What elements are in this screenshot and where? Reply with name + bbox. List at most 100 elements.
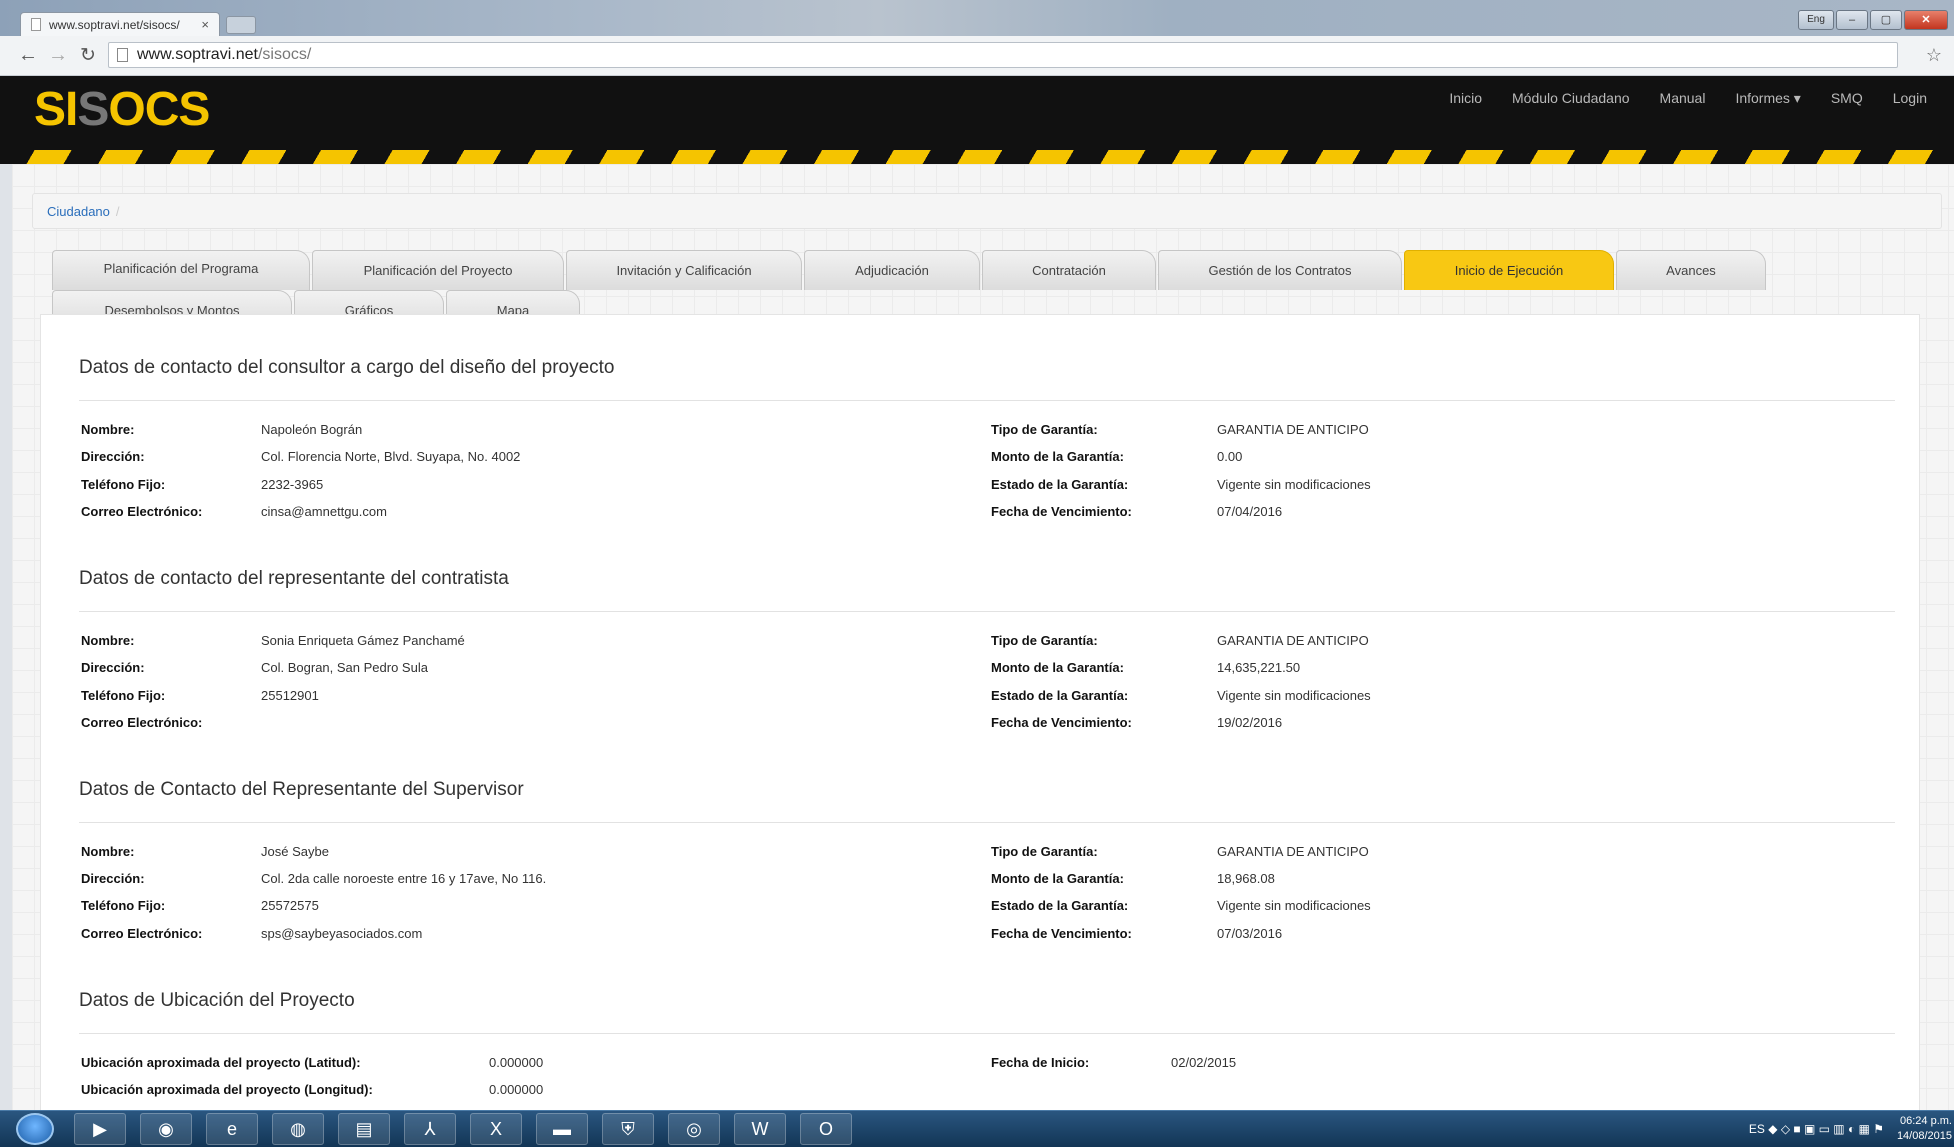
value-fecha-vencimiento: 07/03/2016 bbox=[1217, 926, 1283, 941]
value-fecha-vencimiento: 07/04/2016 bbox=[1217, 504, 1283, 519]
tab-gestion-contratos[interactable]: Gestión de los Contratos bbox=[1158, 250, 1402, 290]
label-fecha-vencimiento: Fecha de Vencimiento: bbox=[991, 504, 1132, 519]
label-telefono: Teléfono Fijo: bbox=[81, 688, 166, 703]
nav-manual[interactable]: Manual bbox=[1645, 90, 1721, 107]
close-window-button[interactable]: ✕ bbox=[1904, 10, 1948, 30]
page-icon bbox=[31, 18, 41, 31]
label-estado-garantia: Estado de la Garantía: bbox=[991, 688, 1129, 703]
value-direccion: Col. 2da calle noroeste entre 16 y 17ave… bbox=[261, 871, 547, 886]
command-prompt-icon[interactable]: ▬ bbox=[536, 1113, 588, 1145]
label-tipo-garantia: Tipo de Garantía: bbox=[991, 844, 1098, 859]
breadcrumb: Ciudadano / bbox=[32, 193, 1942, 229]
address-bar[interactable]: www.soptravi.net/sisocs/ bbox=[108, 42, 1898, 68]
system-tray[interactable]: ES ◆ ◇ ■ ▣ ▭ ▥ ◐ ▦ ⚑ bbox=[1749, 1122, 1884, 1136]
browser-toolbar: ← → ↻ www.soptravi.net/sisocs/ ☆ bbox=[0, 36, 1954, 76]
nav-informes[interactable]: Informes ▾ bbox=[1720, 90, 1815, 107]
new-tab-button[interactable] bbox=[226, 16, 256, 34]
value-nombre: José Saybe bbox=[261, 844, 329, 859]
excel-icon[interactable]: X bbox=[470, 1113, 522, 1145]
label-correo: Correo Electrónico: bbox=[81, 504, 203, 519]
tab-planificacion-proyecto[interactable]: Planificación del Proyecto bbox=[312, 250, 564, 290]
label-fecha-inicio: Fecha de Inicio: bbox=[991, 1055, 1090, 1070]
pdf-reader-icon[interactable]: ⅄ bbox=[404, 1113, 456, 1145]
section-title-contratista: Datos de contacto del representante del … bbox=[79, 568, 509, 589]
label-direccion: Dirección: bbox=[81, 660, 145, 675]
value-direccion: Col. Florencia Norte, Blvd. Suyapa, No. … bbox=[261, 449, 521, 464]
language-indicator[interactable]: Eng bbox=[1798, 10, 1834, 30]
maximize-button[interactable]: ▢ bbox=[1870, 10, 1902, 30]
logo-text-1: SI bbox=[34, 83, 78, 136]
label-telefono: Teléfono Fijo: bbox=[81, 477, 166, 492]
firefox-icon[interactable]: ◍ bbox=[272, 1113, 324, 1145]
outlook-icon[interactable]: O bbox=[800, 1113, 852, 1145]
logo-text-2: OCS bbox=[108, 83, 210, 136]
label-monto-garantia: Monto de la Garantía: bbox=[991, 871, 1124, 886]
sisocs-logo[interactable]: SISOCS bbox=[34, 82, 210, 137]
url-path: /sisocs/ bbox=[257, 46, 312, 63]
label-longitud: Ubicación aproximada del proyecto (Longi… bbox=[81, 1082, 373, 1097]
word-icon[interactable]: W bbox=[734, 1113, 786, 1145]
windows-taskbar: ▶ ◉ e ◍ ▤ ⅄ X ▬ ⛨ ◎ W O ES ◆ ◇ ■ ▣ ▭ ▥ ◐… bbox=[0, 1110, 1954, 1147]
security-shield-icon[interactable]: ⛨ bbox=[602, 1113, 654, 1145]
back-arrow-icon[interactable]: ← bbox=[18, 44, 38, 67]
nav-smq[interactable]: SMQ bbox=[1816, 90, 1878, 107]
browser-tab[interactable]: www.soptravi.net/sisocs/ × bbox=[20, 12, 220, 36]
antivirus-icon[interactable]: ◉ bbox=[140, 1113, 192, 1145]
taskbar-clock[interactable]: 06:24 p.m. 14/08/2015 bbox=[1897, 1114, 1952, 1144]
close-tab-icon[interactable]: × bbox=[201, 17, 209, 32]
value-telefono: 25572575 bbox=[261, 898, 319, 913]
site-header: SISOCS Inicio Módulo Ciudadano Manual In… bbox=[0, 76, 1954, 154]
value-telefono: 2232-3965 bbox=[261, 477, 324, 492]
bookmark-star-icon[interactable]: ☆ bbox=[1926, 45, 1942, 66]
clock-time: 06:24 p.m. bbox=[1900, 1115, 1952, 1127]
file-explorer-icon[interactable]: ▤ bbox=[338, 1113, 390, 1145]
start-button[interactable] bbox=[16, 1113, 54, 1145]
browser-tab-bar: www.soptravi.net/sisocs/ × Eng – ▢ ✕ bbox=[0, 0, 1954, 36]
nav-modulo-ciudadano[interactable]: Módulo Ciudadano bbox=[1497, 90, 1645, 107]
breadcrumb-ciudadano[interactable]: Ciudadano bbox=[47, 204, 110, 219]
media-player-icon[interactable]: ▶ bbox=[74, 1113, 126, 1145]
tab-contratacion[interactable]: Contratación bbox=[982, 250, 1156, 290]
window-controls: Eng – ▢ ✕ bbox=[1798, 10, 1948, 30]
breadcrumb-separator: / bbox=[115, 204, 120, 219]
label-telefono: Teléfono Fijo: bbox=[81, 898, 166, 913]
chrome-icon[interactable]: ◎ bbox=[668, 1113, 720, 1145]
nav-login[interactable]: Login bbox=[1878, 90, 1942, 107]
value-tipo-garantia: GARANTIA DE ANTICIPO bbox=[1217, 844, 1369, 859]
tab-invitacion-calificacion[interactable]: Invitación y Calificación bbox=[566, 250, 802, 290]
tab-avances[interactable]: Avances bbox=[1616, 250, 1766, 290]
label-tipo-garantia: Tipo de Garantía: bbox=[991, 422, 1098, 437]
label-fecha-vencimiento: Fecha de Vencimiento: bbox=[991, 926, 1132, 941]
forward-arrow-icon[interactable]: → bbox=[48, 44, 68, 67]
browser-tab-title: www.soptravi.net/sisocs/ bbox=[49, 18, 180, 32]
page-icon bbox=[117, 48, 128, 62]
internet-explorer-icon[interactable]: e bbox=[206, 1113, 258, 1145]
tab-inicio-ejecucion[interactable]: Inicio de Ejecución bbox=[1404, 250, 1614, 290]
clock-date: 14/08/2015 bbox=[1896, 1130, 1952, 1142]
value-nombre: Napoleón Bográn bbox=[261, 422, 363, 437]
label-correo: Correo Electrónico: bbox=[81, 715, 203, 730]
reload-icon[interactable]: ↻ bbox=[80, 44, 96, 67]
label-nombre: Nombre: bbox=[81, 844, 135, 859]
label-monto-garantia: Monto de la Garantía: bbox=[991, 449, 1124, 464]
section-title-consultor: Datos de contacto del consultor a cargo … bbox=[79, 357, 615, 378]
nav-inicio[interactable]: Inicio bbox=[1434, 90, 1497, 107]
value-fecha-inicio: 02/02/2015 bbox=[1171, 1055, 1237, 1070]
value-fecha-vencimiento: 19/02/2016 bbox=[1217, 715, 1283, 730]
divider bbox=[79, 822, 1895, 823]
minimize-button[interactable]: – bbox=[1836, 10, 1868, 30]
value-estado-garantia: Vigente sin modificaciones bbox=[1217, 898, 1371, 913]
tray-language: ES bbox=[1748, 1122, 1765, 1136]
section-title-ubicacion: Datos de Ubicación del Proyecto bbox=[79, 990, 355, 1011]
value-nombre: Sonia Enriqueta Gámez Panchamé bbox=[261, 633, 465, 648]
label-direccion: Dirección: bbox=[81, 449, 145, 464]
section-title-supervisor: Datos de Contacto del Representante del … bbox=[79, 779, 524, 800]
divider bbox=[79, 400, 1895, 401]
url-domain: www.soptravi.net bbox=[137, 46, 258, 63]
value-tipo-garantia: GARANTIA DE ANTICIPO bbox=[1217, 633, 1369, 648]
label-monto-garantia: Monto de la Garantía: bbox=[991, 660, 1124, 675]
value-estado-garantia: Vigente sin modificaciones bbox=[1217, 477, 1371, 492]
value-estado-garantia: Vigente sin modificaciones bbox=[1217, 688, 1371, 703]
tab-planificacion-programa[interactable]: Planificación del Programa bbox=[52, 250, 310, 290]
tab-adjudicacion[interactable]: Adjudicación bbox=[804, 250, 980, 290]
